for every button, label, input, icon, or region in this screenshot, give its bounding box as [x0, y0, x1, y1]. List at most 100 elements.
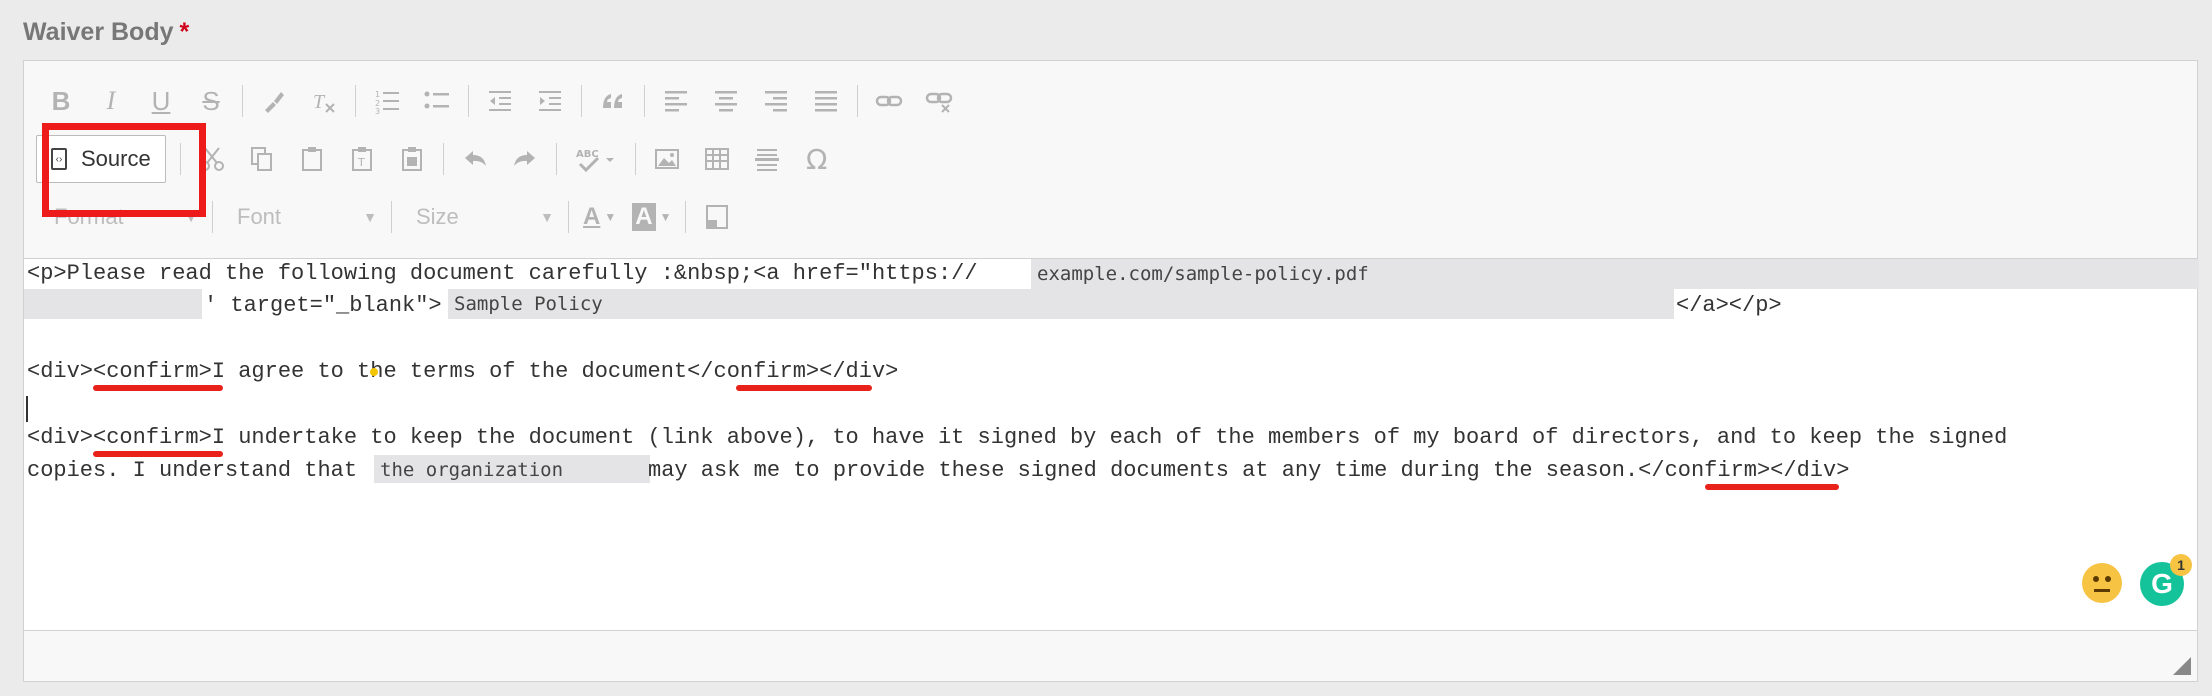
- source-line-2-end: </a></p>: [1676, 293, 1782, 318]
- toolbar-separator: [242, 85, 243, 117]
- clear-format-icon: T: [313, 91, 335, 113]
- copy-format-button[interactable]: [252, 79, 296, 123]
- justify-button[interactable]: [804, 79, 848, 123]
- paste-word-icon: [401, 147, 422, 171]
- link-button[interactable]: [867, 79, 911, 123]
- paste-button[interactable]: [290, 137, 334, 181]
- unlink-icon: [925, 92, 953, 113]
- table-icon: [704, 148, 729, 170]
- grammarly-icon: G: [2151, 568, 2173, 599]
- align-right-button[interactable]: [754, 79, 798, 123]
- svg-text:T: T: [313, 91, 326, 113]
- svg-text:3: 3: [375, 107, 380, 114]
- copy-button[interactable]: [240, 137, 284, 181]
- paintbrush-icon: [265, 92, 284, 113]
- toolbar-separator: [568, 201, 569, 233]
- bulleted-list-icon: [424, 91, 449, 109]
- editor-status-bar: [24, 630, 2197, 681]
- horizontal-line-button[interactable]: [745, 137, 789, 181]
- clipboard-icon: [301, 147, 322, 171]
- size-dropdown[interactable]: Size ▼: [398, 197, 562, 237]
- editor-toolbar: B I U S T 123 ‹› Source T ABC Ω Format ▼…: [24, 61, 2197, 259]
- source-textarea[interactable]: <p>Please read the following document ca…: [24, 259, 2199, 682]
- svg-text:T: T: [357, 156, 365, 169]
- redacted-organization: the organization: [374, 455, 650, 483]
- paste-word-button[interactable]: [390, 137, 434, 181]
- copy-icon: [250, 147, 272, 171]
- paste-text-button[interactable]: T: [340, 137, 384, 181]
- paste-text-icon: T: [351, 147, 372, 171]
- unlink-button[interactable]: [917, 79, 961, 123]
- table-button[interactable]: [695, 137, 739, 181]
- undo-icon: [464, 151, 486, 166]
- outdent-button[interactable]: [478, 79, 522, 123]
- face-icon: [2093, 576, 2111, 592]
- toolbar-separator: [555, 143, 557, 175]
- chevron-down-icon: ▼: [604, 210, 617, 224]
- blockquote-button[interactable]: [591, 79, 635, 123]
- align-left-icon: [665, 91, 687, 112]
- spellcheck-button[interactable]: ABC: [566, 137, 626, 181]
- confirm-underline: [736, 385, 872, 391]
- remove-format-button[interactable]: T: [302, 79, 346, 123]
- svg-text:ABC: ABC: [576, 149, 599, 160]
- text-caret: [26, 396, 28, 422]
- italic-button[interactable]: I: [89, 79, 133, 123]
- undo-button[interactable]: [453, 137, 497, 181]
- horizontal-line-icon: [754, 149, 779, 171]
- bold-button[interactable]: B: [39, 79, 83, 123]
- grammarly-button[interactable]: G 1: [2140, 554, 2192, 606]
- toolbar-separator: [355, 85, 356, 117]
- redo-icon: [513, 151, 535, 166]
- align-center-icon: [715, 91, 737, 112]
- image-icon: [654, 149, 679, 169]
- confirm-underline: [1705, 484, 1839, 490]
- neutral-face-icon[interactable]: [2082, 563, 2122, 603]
- source-line-2-attr: ' target="_blank">: [204, 293, 442, 318]
- confirm-underline: [93, 385, 223, 391]
- font-dropdown-label: Font: [237, 204, 282, 229]
- underline-button[interactable]: U: [139, 79, 183, 123]
- align-left-button[interactable]: [654, 79, 698, 123]
- quote-icon: [603, 94, 622, 108]
- required-mark: *: [179, 18, 190, 46]
- maximize-icon: [706, 205, 729, 229]
- toolbar-row-1: B I U S T 123: [36, 77, 964, 125]
- redo-button[interactable]: [503, 137, 547, 181]
- toolbar-separator: [391, 201, 392, 233]
- numbered-list-icon: 123: [375, 90, 399, 114]
- resize-handle-icon[interactable]: [2173, 657, 2191, 675]
- toolbar-separator: [442, 143, 444, 175]
- source-button-highlight: [42, 123, 206, 217]
- align-center-button[interactable]: [704, 79, 748, 123]
- toolbar-separator: [857, 85, 858, 117]
- special-char-button[interactable]: Ω: [795, 137, 839, 181]
- rich-text-editor: B I U S T 123 ‹› Source T ABC Ω Format ▼…: [23, 60, 2199, 682]
- background-color-icon: A: [632, 203, 656, 231]
- redacted-link-text: Sample Policy: [448, 289, 1674, 319]
- source-line-5-prefix: copies. I understand that: [27, 458, 358, 483]
- redacted-url-continuation: [24, 289, 202, 319]
- spellcheck-icon: ABC: [576, 149, 614, 172]
- indent-button[interactable]: [528, 79, 572, 123]
- chevron-down-icon: ▼: [659, 210, 672, 224]
- font-dropdown[interactable]: Font ▼: [219, 197, 385, 237]
- indent-icon: [539, 91, 561, 111]
- redacted-url: example.com/sample-policy.pdf: [1031, 259, 2199, 289]
- text-color-button[interactable]: A ▼: [583, 203, 616, 231]
- background-color-button[interactable]: A ▼: [632, 203, 671, 231]
- link-icon: [875, 95, 903, 107]
- toolbar-separator: [644, 85, 645, 117]
- toolbar-separator: [212, 201, 213, 233]
- image-button[interactable]: [645, 137, 689, 181]
- strike-button[interactable]: S: [189, 79, 233, 123]
- confirm-underline: [93, 451, 223, 457]
- maximize-button[interactable]: [695, 195, 739, 239]
- numbered-list-button[interactable]: 123: [365, 79, 409, 123]
- source-line-5-suffix: may ask me to provide these signed docum…: [648, 458, 1850, 483]
- svg-text:1: 1: [375, 90, 380, 99]
- source-line-4: <div><confirm>I undertake to keep the do…: [27, 425, 2008, 450]
- omega-icon: Ω: [806, 142, 828, 176]
- bulleted-list-button[interactable]: [415, 79, 459, 123]
- field-label: Waiver Body *: [23, 18, 189, 47]
